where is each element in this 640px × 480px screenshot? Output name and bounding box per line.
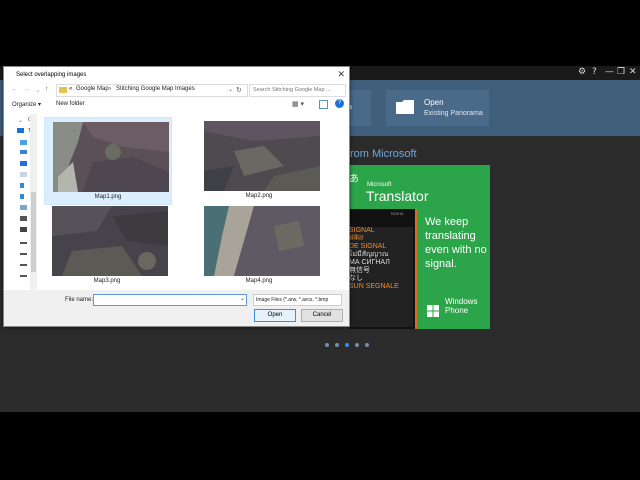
file-name-input[interactable] <box>93 294 247 306</box>
help-icon[interactable]: ? <box>335 99 344 108</box>
breadcrumb-item-google-map[interactable]: Google Map <box>76 86 109 92</box>
downloads-icon[interactable] <box>20 183 24 188</box>
music-icon[interactable] <box>20 194 24 199</box>
carousel-dot[interactable] <box>335 343 339 347</box>
breadcrumb-item-stitching[interactable]: Stitching Google Map Images <box>116 86 195 92</box>
file-name: Map2.png <box>245 193 273 199</box>
address-bar[interactable]: « Google Map › Stitching Google Map Imag… <box>56 84 248 97</box>
phone-line: 無信号 <box>349 267 370 274</box>
nav-scrollbar[interactable] <box>30 114 37 290</box>
help-icon[interactable]: ? <box>592 67 597 77</box>
drive-icon[interactable] <box>20 275 27 277</box>
tile-title: Open <box>424 98 444 107</box>
expand-icon[interactable]: ⌄ <box>18 117 25 124</box>
view-options-icon[interactable]: ▦ ▾ <box>292 100 304 108</box>
preview-pane-icon[interactable] <box>319 100 328 109</box>
breadcrumb-overflow[interactable]: « <box>69 86 72 92</box>
drive-icon[interactable] <box>20 253 27 255</box>
map-thumbnail <box>204 121 320 191</box>
refresh-icon[interactable]: ↻ <box>236 86 242 94</box>
forward-icon[interactable]: → <box>23 86 30 93</box>
drive-icon[interactable] <box>20 227 27 232</box>
folder-icon <box>396 100 414 114</box>
phone-line: संकेत <box>349 235 364 242</box>
search-placeholder: Search Stitching Google Map ... <box>253 87 331 93</box>
carousel-dot[interactable] <box>325 343 329 347</box>
new-panorama-tile[interactable]: a <box>348 90 371 126</box>
phone-line: SIGNAL <box>349 227 375 234</box>
map-thumbnail <box>53 122 169 192</box>
map-thumbnail <box>52 206 168 276</box>
dialog-toolbar: Organize ▾ New folder ▦ ▾ ? <box>4 98 349 112</box>
dialog-title: Select overlapping images <box>16 72 87 78</box>
back-icon[interactable]: ← <box>11 86 18 93</box>
windows-logo-icon <box>427 305 439 317</box>
ad-platform: Windows Phone <box>445 297 478 315</box>
file-list: Map1.png Map2.png Map3.png Map4.png <box>42 114 348 290</box>
map-thumbnail <box>204 206 320 276</box>
translator-ad[interactable]: あ Microsoft Translator NOKIA SIGNAL संके… <box>349 165 490 329</box>
file-name-label: File name: <box>65 297 94 303</box>
file-item-map4[interactable]: Map4.png <box>196 202 322 288</box>
phone-line: なし <box>349 275 363 282</box>
navigation-bar: ← → ⌄ ↑ « Google Map › Stitching Google … <box>4 82 349 98</box>
phone-line: SUN SEGNALE <box>349 283 399 290</box>
phone-screen: SIGNAL संकेत DE SIGNAL ไม่มีสัญญาณ МА СИ… <box>349 227 413 327</box>
file-name: Map4.png <box>245 278 273 284</box>
this-pc-icon[interactable] <box>17 128 24 133</box>
file-open-dialog: Select overlapping images ✕ ← → ⌄ ↑ « Go… <box>3 66 350 327</box>
address-dropdown-icon[interactable]: ⌄ <box>228 86 233 93</box>
phone-line: МА СИГНАЛ <box>349 259 390 266</box>
organize-menu[interactable]: Organize ▾ <box>12 101 41 108</box>
file-type-value: Image Files (*.arw, *.avcs, *.bmp <box>256 297 329 303</box>
drive-icon[interactable] <box>20 242 27 244</box>
network-icon[interactable] <box>20 150 27 154</box>
minimize-icon[interactable]: — <box>605 67 614 77</box>
scrollbar-thumb[interactable] <box>31 192 36 272</box>
phone-line: ไม่มีสัญญาณ <box>349 251 389 258</box>
file-name: Map3.png <box>93 278 121 284</box>
folder-icon <box>59 87 67 93</box>
file-item-map1[interactable]: Map1.png <box>44 117 172 205</box>
dialog-footer: File name: ⌄ Image Files (*.arw, *.avcs,… <box>4 290 349 326</box>
search-input[interactable]: Search Stitching Google Map ... <box>249 84 346 97</box>
chevron-down-icon[interactable]: ⌄ <box>35 86 41 94</box>
tile-subtitle: Existing Panorama <box>424 110 483 117</box>
restore-icon[interactable]: ❐ <box>617 67 625 77</box>
dialog-close-icon[interactable]: ✕ <box>337 69 345 80</box>
translator-logo-icon: あ <box>349 174 359 185</box>
ad-title: Translator <box>366 188 429 204</box>
carousel-dot-active[interactable] <box>345 343 349 347</box>
file-type-select[interactable]: Image Files (*.arw, *.avcs, *.bmp <box>253 294 342 306</box>
file-item-map2[interactable]: Map2.png <box>196 117 322 203</box>
documents-icon[interactable] <box>20 172 27 177</box>
carousel-dot[interactable] <box>355 343 359 347</box>
cancel-button[interactable]: Cancel <box>301 309 343 322</box>
phone-brand: NOKIA <box>391 211 404 216</box>
phone-image: NOKIA SIGNAL संकेत DE SIGNAL ไม่มีสัญญาณ… <box>349 209 417 329</box>
new-folder-button[interactable]: New folder <box>56 101 85 107</box>
settings-icon[interactable]: ⚙ <box>578 67 586 77</box>
carousel-dot[interactable] <box>365 343 369 347</box>
desktop-icon[interactable] <box>20 161 27 166</box>
file-item-map3[interactable]: Map3.png <box>44 202 170 288</box>
open-panorama-tile[interactable]: Open Existing Panorama <box>386 90 489 126</box>
carousel-dots <box>325 334 375 352</box>
pictures-icon[interactable] <box>20 205 27 210</box>
ad-tagline: We keep translating even with no signal. <box>425 216 487 270</box>
drive-icon[interactable] <box>20 264 27 266</box>
up-icon[interactable]: ↑ <box>45 86 49 93</box>
breadcrumb-separator: › <box>109 86 111 92</box>
open-button[interactable]: Open <box>254 309 296 322</box>
3d-objects-icon[interactable] <box>20 140 27 145</box>
videos-icon[interactable] <box>20 216 27 221</box>
file-name: Map1.png <box>94 194 122 200</box>
close-icon[interactable]: ✕ <box>629 67 637 77</box>
file-name-dropdown-icon[interactable]: ⌄ <box>240 295 245 302</box>
phone-line: DE SIGNAL <box>349 243 387 250</box>
section-heading: rom Microsoft <box>350 148 417 160</box>
